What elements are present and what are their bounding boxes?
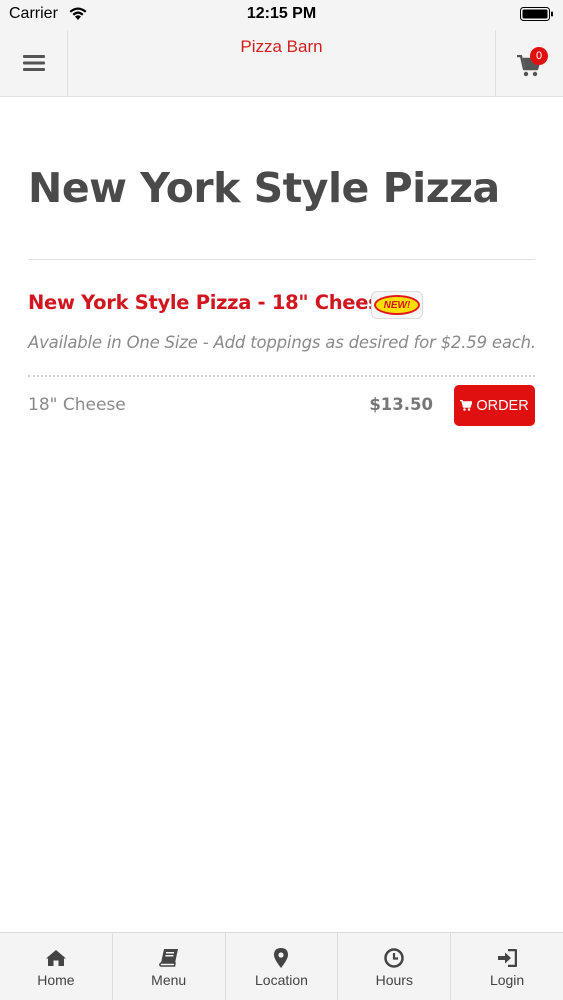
size-label: 18" Cheese xyxy=(28,395,126,415)
app-header: Pizza Barn 0 xyxy=(0,30,563,97)
cart-button[interactable]: 0 xyxy=(495,30,563,96)
map-pin-icon xyxy=(274,947,289,969)
tab-login[interactable]: Login xyxy=(451,933,563,1000)
cart-icon xyxy=(460,400,473,411)
tab-location[interactable]: Location xyxy=(226,933,339,1000)
tab-home[interactable]: Home xyxy=(0,933,113,1000)
tab-hours-label: Hours xyxy=(375,972,413,988)
hamburger-icon xyxy=(22,55,45,71)
tab-bar: Home Menu Location Hours Login xyxy=(0,932,563,1000)
item-name[interactable]: New York Style Pizza - 18" Cheese xyxy=(28,291,393,314)
home-icon xyxy=(45,947,67,969)
tab-location-label: Location xyxy=(255,972,308,988)
status-bar: Carrier 12:15 PM xyxy=(0,0,563,30)
item-price: $13.50 xyxy=(369,395,433,414)
tab-login-label: Login xyxy=(489,972,525,988)
login-icon xyxy=(497,947,518,969)
book-icon xyxy=(158,947,179,969)
new-badge: NEW! xyxy=(371,291,423,319)
tab-hours[interactable]: Hours xyxy=(338,933,452,1000)
order-button-label: ORDER xyxy=(476,397,529,414)
tab-home-label: Home xyxy=(37,972,75,988)
status-time: 12:15 PM xyxy=(246,5,317,22)
clock-icon xyxy=(384,947,405,969)
item-description: Available in One Size - Add toppings as … xyxy=(28,333,536,352)
battery-icon xyxy=(520,6,554,26)
new-badge-label: NEW! xyxy=(374,295,420,315)
tab-menu[interactable]: Menu xyxy=(113,933,226,1000)
category-title: New York Style Pizza xyxy=(28,164,500,212)
order-button[interactable]: ORDER xyxy=(454,385,535,426)
app-title: Pizza Barn xyxy=(240,37,323,56)
hamburger-menu-button[interactable] xyxy=(0,30,68,96)
cart-count-badge: 0 xyxy=(530,47,548,65)
dotted-divider xyxy=(28,375,535,377)
section-divider xyxy=(28,259,535,260)
tab-menu-label: Menu xyxy=(151,972,187,988)
